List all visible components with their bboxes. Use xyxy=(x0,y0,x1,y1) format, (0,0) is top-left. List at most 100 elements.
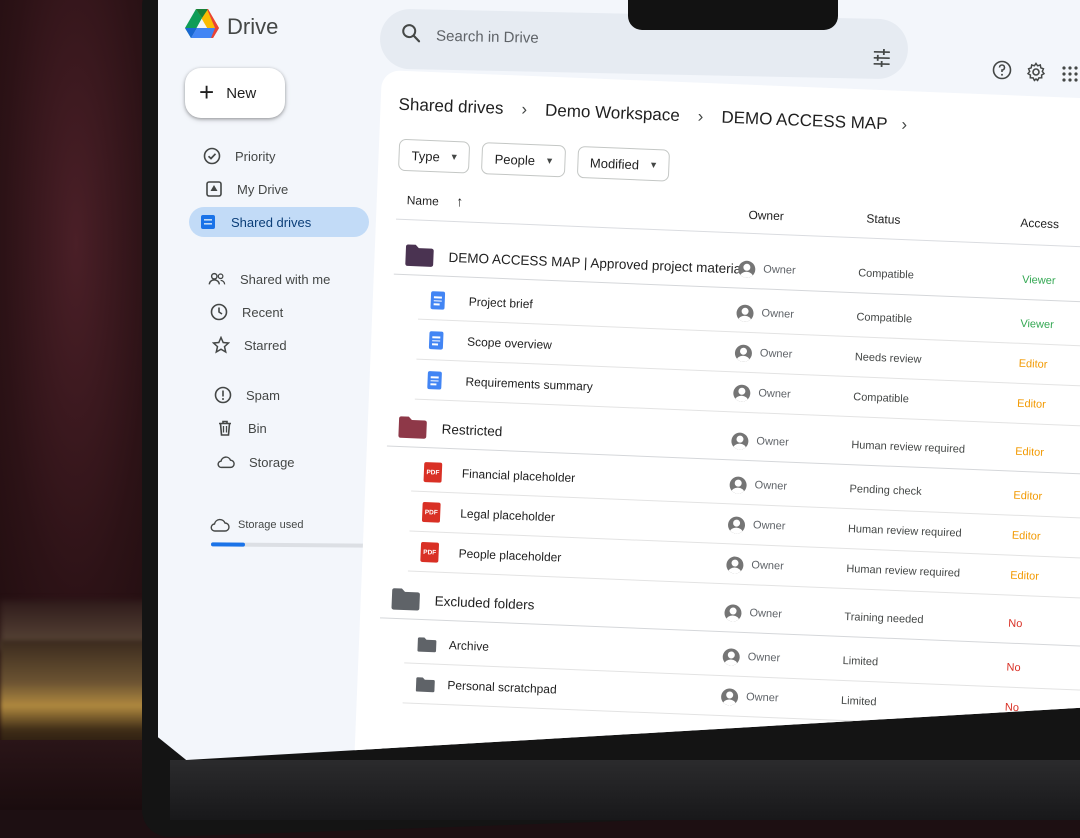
sort-arrow-up-icon[interactable]: ↑ xyxy=(456,193,464,209)
item-name[interactable]: Excluded folders xyxy=(434,581,535,625)
storage-used[interactable]: Storage used xyxy=(210,518,303,532)
avatar-icon xyxy=(736,304,754,322)
access-badge[interactable]: Editor xyxy=(1009,556,1039,597)
item-name[interactable]: Project brief xyxy=(468,282,534,325)
search-input[interactable]: Search in Drive xyxy=(436,28,539,47)
sidebar-item-label: Storage xyxy=(249,455,295,470)
column-header-access[interactable]: Access xyxy=(1020,216,1059,232)
settings-gear-icon[interactable] xyxy=(1026,62,1046,82)
sidebar-item-priority[interactable]: Priority xyxy=(193,141,363,171)
filter-type[interactable]: Type ▼ xyxy=(398,139,470,174)
breadcrumb: Shared drives › Demo Workspace › DEMO AC… xyxy=(398,95,925,136)
avatar-icon xyxy=(731,432,749,450)
camera-notch xyxy=(628,0,838,30)
app-name: Drive xyxy=(227,14,278,40)
owner-cell: Owner xyxy=(734,332,793,374)
status-cell: Pending check xyxy=(849,469,923,512)
access-badge[interactable]: Editor xyxy=(1018,344,1048,385)
filter-people[interactable]: People ▼ xyxy=(481,142,566,177)
item-name[interactable]: Financial placeholder xyxy=(461,454,576,499)
plus-icon: + xyxy=(199,79,214,105)
owner-label: Owner xyxy=(758,387,791,400)
sidebar-item-recent[interactable]: Recent xyxy=(200,297,370,327)
sidebar-item-bin[interactable]: Bin xyxy=(206,413,376,443)
spam-icon xyxy=(214,386,232,404)
sidebar-item-my-drive[interactable]: My Drive xyxy=(195,174,365,204)
access-badge[interactable]: Editor xyxy=(1011,516,1041,557)
owner-label: Owner xyxy=(753,519,786,532)
column-header-status[interactable]: Status xyxy=(866,212,901,227)
access-badge[interactable]: Viewer xyxy=(1020,304,1055,345)
chevron-right-icon[interactable]: › xyxy=(901,115,907,135)
file-list-panel: Shared drives › Demo Workspace › DEMO AC… xyxy=(354,70,1080,760)
status-cell: Limited xyxy=(840,681,877,722)
access-badge[interactable]: Editor xyxy=(1016,384,1046,425)
item-name[interactable]: Archive xyxy=(448,625,490,667)
access-badge[interactable]: Editor xyxy=(1014,432,1044,473)
item-name[interactable]: Requirements summary xyxy=(465,362,594,407)
status-cell: Compatible xyxy=(856,297,913,339)
sidebar-item-label: Priority xyxy=(235,149,275,164)
sidebar-item-spam[interactable]: Spam xyxy=(204,380,374,410)
sidebar-item-label: Starred xyxy=(244,338,287,353)
avatar-icon xyxy=(735,344,753,362)
sidebar-item-shared-with-me[interactable]: Shared with me xyxy=(198,264,368,294)
chevron-right-icon: › xyxy=(697,107,703,127)
sidebar-item-storage[interactable]: Storage xyxy=(207,447,377,477)
folder-icon xyxy=(415,664,437,705)
sidebar-item-shared-drives[interactable]: Shared drives xyxy=(189,207,369,237)
filter-people-label: People xyxy=(494,151,535,168)
owner-label: Owner xyxy=(761,307,794,320)
owner-label: Owner xyxy=(754,479,787,492)
status-cell: Training needed xyxy=(844,597,925,640)
avatar-icon xyxy=(724,604,742,622)
access-badge[interactable]: Editor xyxy=(1013,476,1043,517)
item-name[interactable]: People placeholder xyxy=(458,533,562,577)
status-cell: Needs review xyxy=(854,337,922,380)
item-name[interactable]: Scope overview xyxy=(466,322,552,365)
item-name[interactable]: Restricted xyxy=(441,409,503,451)
pdf-icon: PDF xyxy=(421,492,441,533)
status-cell: Human review required xyxy=(851,425,966,470)
caret-down-icon: ▼ xyxy=(649,160,658,170)
help-icon[interactable] xyxy=(992,60,1012,80)
shared-drives-icon xyxy=(199,213,217,231)
laptop-screen: Drive + New PriorityMy DriveShared drive… xyxy=(158,0,1080,760)
cloud-icon xyxy=(217,453,235,471)
owner-cell: Owner xyxy=(731,420,790,462)
avatar-icon xyxy=(738,260,756,278)
owner-cell: Owner xyxy=(720,676,779,718)
avatar-icon xyxy=(728,516,746,534)
people-icon xyxy=(208,270,226,288)
cloud-icon xyxy=(210,518,230,532)
column-header-name[interactable]: Name ↑ xyxy=(407,191,464,209)
storage-bar xyxy=(211,542,367,547)
status-cell: Human review required xyxy=(846,549,961,594)
search-options-icon[interactable] xyxy=(872,49,892,67)
drive-logo-icon[interactable] xyxy=(185,8,219,40)
google-doc-icon xyxy=(428,320,444,361)
owner-cell: Owner xyxy=(722,636,781,678)
breadcrumb-shared-drives[interactable]: Shared drives xyxy=(398,95,504,119)
pdf-icon: PDF xyxy=(420,532,440,573)
column-header-owner[interactable]: Owner xyxy=(748,208,784,223)
owner-cell: Owner xyxy=(726,544,785,586)
storage-used-label: Storage used xyxy=(238,519,303,531)
item-name[interactable]: Personal scratchpad xyxy=(447,665,558,709)
access-badge[interactable]: Viewer xyxy=(1021,260,1056,301)
breadcrumb-current-folder[interactable]: DEMO ACCESS MAP xyxy=(721,108,888,135)
check-circle-icon xyxy=(203,147,221,165)
item-name[interactable]: Legal placeholder xyxy=(459,494,555,538)
access-badge[interactable]: No xyxy=(1006,648,1022,689)
clock-icon xyxy=(210,303,228,321)
apps-grid-icon[interactable] xyxy=(1062,66,1078,82)
filter-type-label: Type xyxy=(411,148,440,164)
new-button[interactable]: + New xyxy=(185,68,285,118)
owner-label: Owner xyxy=(749,607,782,620)
filter-modified-label: Modified xyxy=(590,155,640,172)
access-badge[interactable]: No xyxy=(1007,604,1023,645)
search-icon[interactable] xyxy=(400,22,422,44)
filter-modified[interactable]: Modified ▼ xyxy=(576,146,669,182)
sidebar-item-starred[interactable]: Starred xyxy=(202,330,372,360)
breadcrumb-demo-workspace[interactable]: Demo Workspace xyxy=(545,101,680,126)
